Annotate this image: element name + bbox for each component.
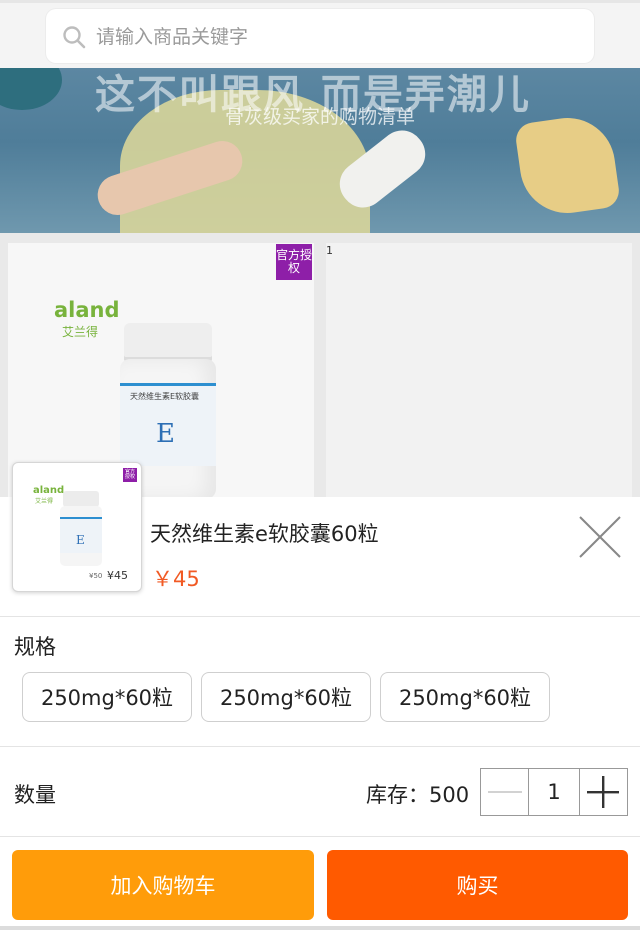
brand-logo: aland [54, 298, 120, 322]
thumb-official-badge: 官方授权 [123, 468, 137, 482]
banner-heart-tin [513, 111, 622, 220]
stock-text: 库存：500 [366, 783, 470, 807]
spec-option[interactable]: 250mg*60粒 [22, 672, 192, 722]
quantity-label: 数量 [14, 783, 56, 807]
official-badge: 官方授权 [276, 244, 312, 280]
promo-banner[interactable]: 这不叫跟风 而是弄潮儿 骨灰级买家的购物清单 [0, 68, 640, 233]
spec-option[interactable]: 250mg*60粒 [380, 672, 550, 722]
buy-now-button[interactable]: 购买 [327, 850, 628, 920]
search-icon [63, 26, 86, 49]
quantity-value[interactable]: 1 [528, 769, 580, 815]
divider [0, 616, 640, 617]
plus-icon [587, 776, 620, 808]
product-card[interactable]: aland 艾兰得 天然维生素E软胶囊 E [8, 243, 314, 499]
product-title: 天然维生素e软胶囊60粒 [150, 522, 379, 546]
search-input[interactable] [94, 9, 578, 65]
product-thumbnail: aland 艾兰得 官方授权 E ¥50 ¥45 [12, 462, 142, 592]
card-index: 1 [326, 244, 333, 257]
thumb-brand-cn: 艾兰得 [35, 498, 54, 505]
spec-option[interactable]: 250mg*60粒 [201, 672, 371, 722]
bottom-edge [0, 926, 640, 930]
divider [0, 746, 640, 747]
search-box[interactable] [46, 9, 594, 65]
product-price: ￥45 [152, 567, 200, 591]
quantity-stepper[interactable]: 1 [480, 768, 628, 816]
product-card[interactable] [326, 243, 632, 497]
search-header [0, 0, 640, 68]
thumb-price: ¥45 [107, 569, 128, 582]
thumb-old-price: ¥50 [89, 572, 103, 580]
decor-fan [0, 68, 62, 110]
increase-button[interactable] [580, 769, 627, 815]
product-grid: aland 艾兰得 天然维生素E软胶囊 E [0, 233, 640, 499]
minus-icon [487, 791, 522, 793]
thumb-jar-image: E [60, 491, 102, 567]
jar-label-text: 天然维生素E软胶囊 [130, 392, 200, 401]
divider [0, 836, 640, 837]
close-button[interactable] [576, 513, 624, 561]
thumb-jar-letter: E [76, 533, 85, 547]
close-icon [579, 516, 621, 558]
banner-subline: 骨灰级买家的购物清单 [225, 106, 416, 128]
decrease-button[interactable] [481, 769, 528, 815]
jar-label-letter: E [156, 419, 175, 449]
add-to-cart-button[interactable]: 加入购物车 [12, 850, 314, 920]
spec-label: 规格 [14, 635, 56, 659]
brand-logo-cn: 艾兰得 [62, 325, 99, 339]
